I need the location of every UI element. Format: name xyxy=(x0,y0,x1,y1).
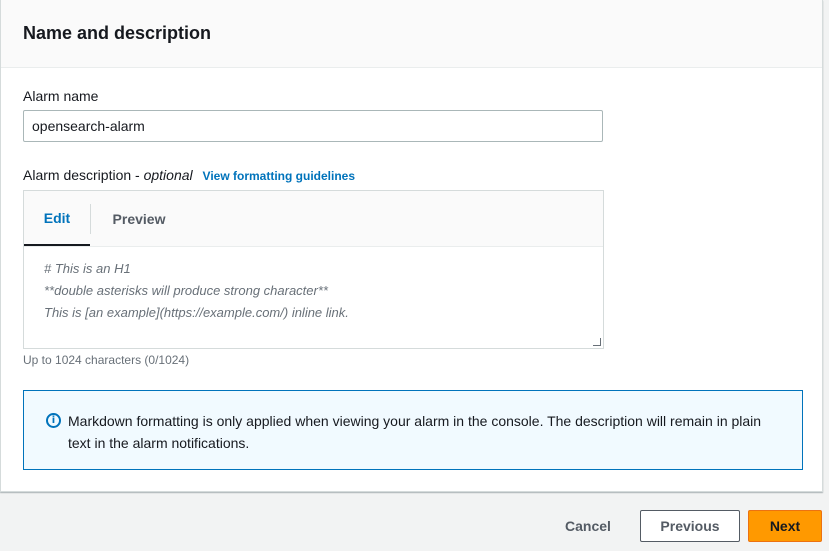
description-textarea[interactable]: # This is an H1 **double asterisks will … xyxy=(24,248,603,348)
tab-edit[interactable]: Edit xyxy=(24,191,90,246)
tab-preview[interactable]: Preview xyxy=(91,191,187,247)
alarm-name-label: Alarm name xyxy=(23,88,99,104)
resize-handle[interactable] xyxy=(593,338,601,346)
alarm-description-label-text: Alarm description - xyxy=(23,167,144,183)
panel-header: Name and description xyxy=(1,0,822,68)
placeholder-line: **double asterisks will produce strong c… xyxy=(44,283,328,298)
panel-title: Name and description xyxy=(23,23,212,43)
editor-tabs: Edit Preview xyxy=(24,191,603,247)
view-formatting-guidelines-link[interactable]: View formatting guidelines xyxy=(203,169,355,183)
alarm-name-input[interactable] xyxy=(23,110,603,142)
description-editor: Edit Preview # This is an H1 **double as… xyxy=(23,190,604,349)
previous-button[interactable]: Previous xyxy=(640,510,740,542)
alarm-description-label: Alarm description - optional View format… xyxy=(23,167,355,183)
character-constraint: Up to 1024 characters (0/1024) xyxy=(23,353,190,367)
optional-label: optional xyxy=(143,167,193,183)
cancel-button[interactable]: Cancel xyxy=(552,510,624,542)
info-alert: i Markdown formatting is only applied wh… xyxy=(23,390,803,470)
placeholder-line: # This is an H1 xyxy=(44,261,131,276)
next-button[interactable]: Next xyxy=(748,510,822,542)
info-circle-icon: i xyxy=(46,413,61,428)
placeholder-line: This is [an example](https://example.com… xyxy=(44,305,349,320)
name-description-panel: Name and description Alarm name Alarm de… xyxy=(0,0,823,492)
info-text: Markdown formatting is only applied when… xyxy=(68,413,762,451)
